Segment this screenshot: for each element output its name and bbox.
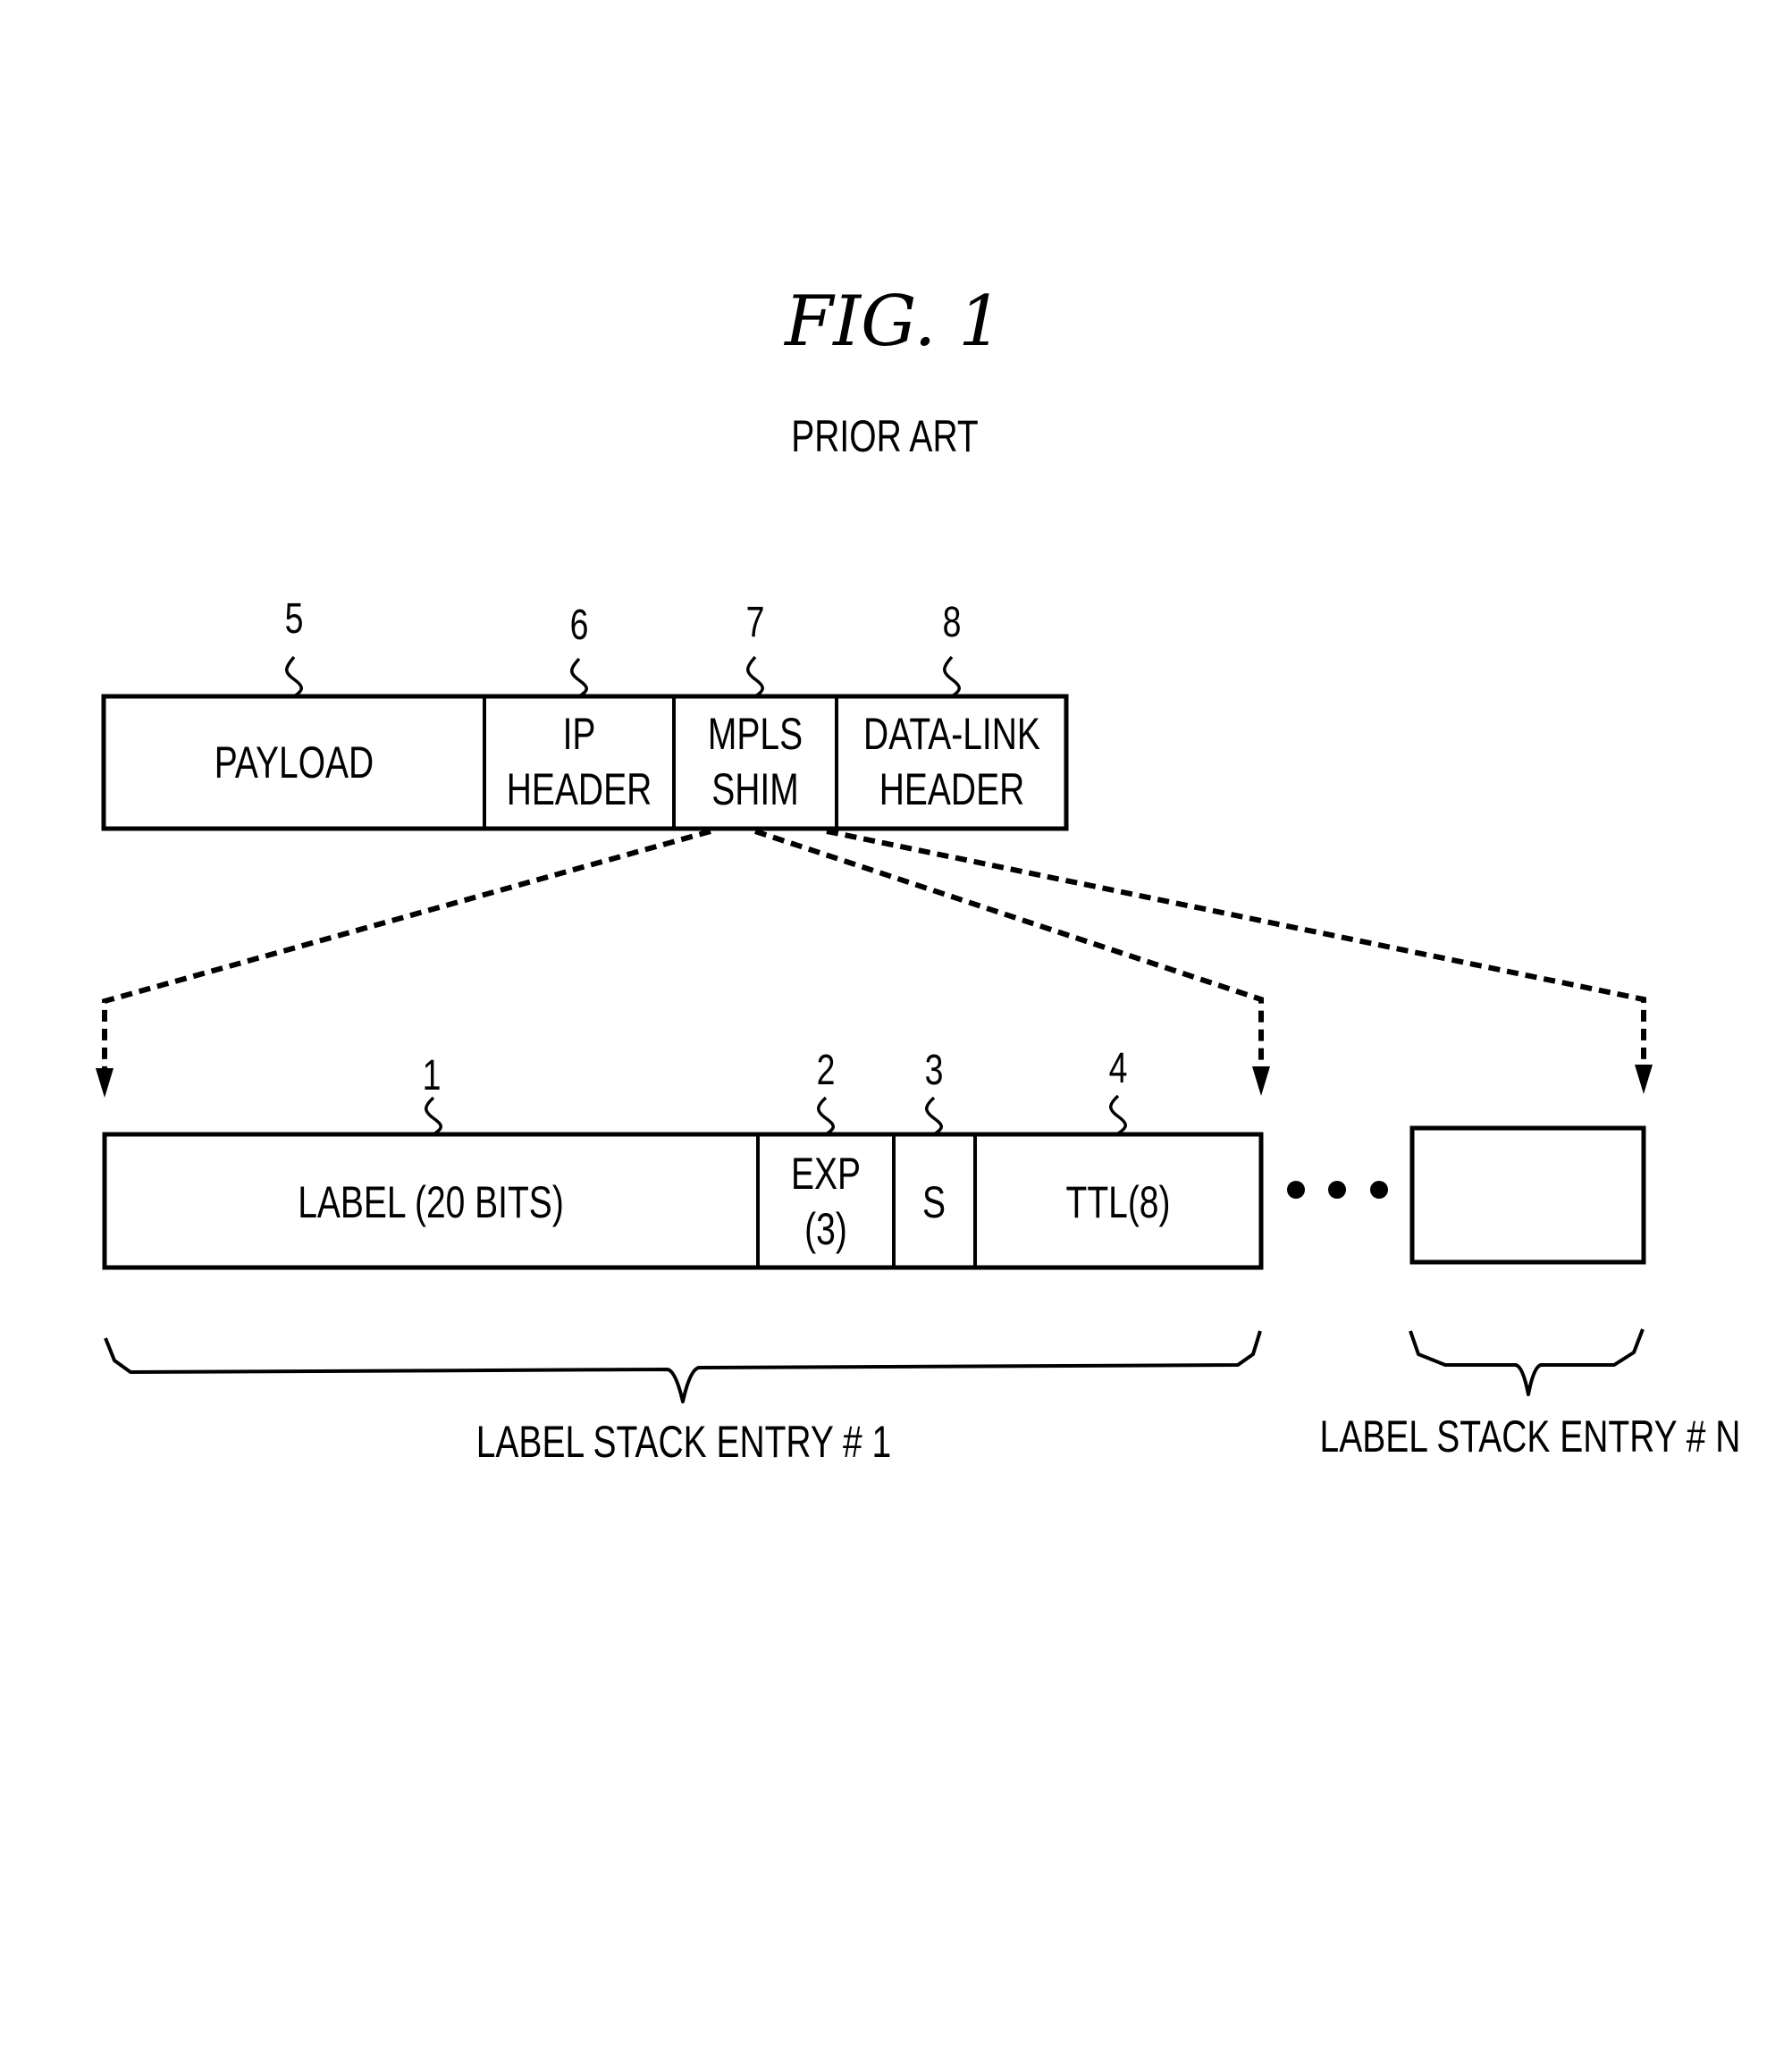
arrow-down-icon	[96, 1068, 114, 1098]
dashed-arrow-to-entry1-left	[102, 829, 711, 1073]
field-label-ttl: TTL(8)	[1066, 1176, 1171, 1227]
field-label-s: S	[922, 1176, 946, 1227]
figure-subtitle: PRIOR ART	[791, 410, 978, 461]
field-payload: 5 PAYLOAD	[215, 595, 374, 788]
brace-label-entry-n: LABEL STACK ENTRY # N	[1320, 1411, 1741, 1461]
arrow-down-icon	[1252, 1066, 1270, 1096]
leader-squiggle-icon	[746, 655, 764, 698]
leader-squiggle-icon	[285, 655, 303, 698]
leader-squiggle-icon	[1109, 1094, 1127, 1135]
leader-squiggle-icon	[925, 1096, 943, 1136]
dashed-arrow-to-entry-n	[826, 829, 1646, 1069]
ref-numeral-3: 3	[925, 1047, 944, 1095]
label-stack-entry-n	[1409, 1125, 1646, 1265]
ellipsis-dot	[1328, 1181, 1346, 1199]
field-label-mpls-line2: SHIM	[711, 763, 798, 814]
ref-numeral-4: 4	[1109, 1045, 1128, 1093]
ref-numeral-2: 2	[817, 1047, 836, 1095]
field-label-label: LABEL (20 BITS)	[298, 1176, 564, 1227]
ellipsis-dot	[1370, 1181, 1388, 1199]
leader-squiggle-icon	[570, 657, 588, 698]
leader-squiggle-icon	[943, 655, 961, 698]
ref-numeral-5: 5	[285, 595, 304, 644]
brace-label-entry-1: LABEL STACK ENTRY # 1	[476, 1416, 891, 1467]
mpls-diagram: FIG. 1 PRIOR ART 5 PAYLOAD 6 IP HEADER 7…	[96, 282, 1741, 1467]
field-label-datalink-line2: HEADER	[879, 763, 1025, 814]
ref-numeral-8: 8	[943, 599, 962, 647]
ref-numeral-7: 7	[746, 599, 765, 647]
field-label-ip-line1: IP	[563, 708, 596, 759]
arrow-down-icon	[1635, 1065, 1653, 1094]
brace-entry-n	[1409, 1328, 1645, 1396]
field-label-payload: PAYLOAD	[215, 737, 374, 788]
field-label-datalink-line1: DATA-LINK	[863, 708, 1040, 759]
ref-numeral-1: 1	[423, 1052, 442, 1100]
ellipsis-dot	[1287, 1181, 1305, 1199]
figure-title: FIG. 1	[783, 282, 1003, 362]
field-label-exp-line1: EXP	[791, 1148, 861, 1199]
packet-frame: 5 PAYLOAD 6 IP HEADER 7 MPLS SHIM 8 DATA…	[101, 595, 1069, 831]
field-label-mpls-line1: MPLS	[708, 708, 803, 759]
label-stack-entry-1: 1 LABEL (20 BITS) 2 EXP (3) 3 S 4 TTL(8)	[102, 1045, 1264, 1270]
ellipsis-dots	[1287, 1181, 1388, 1199]
dashed-arrow-to-entry1-right	[754, 829, 1264, 1071]
field-label-exp-line2: (3)	[804, 1203, 847, 1254]
leader-squiggle-icon	[425, 1096, 442, 1136]
leader-squiggle-icon	[817, 1096, 835, 1136]
brace-entry-1	[104, 1330, 1262, 1403]
field-label-ip-line2: HEADER	[507, 763, 652, 814]
expansion-arrows	[96, 829, 1653, 1098]
ref-numeral-6: 6	[570, 602, 589, 650]
